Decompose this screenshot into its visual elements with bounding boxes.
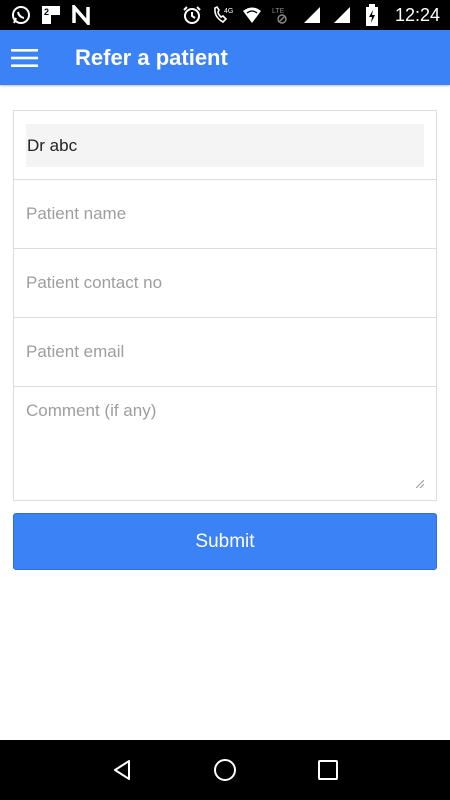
- resize-grip-icon[interactable]: [416, 480, 424, 488]
- patient-contact-row: [14, 249, 436, 318]
- lte-signal-icon: LTE: [271, 4, 293, 26]
- recents-icon: [318, 760, 339, 780]
- patient-name-row: [14, 180, 436, 249]
- network-label: 4G: [224, 8, 233, 15]
- navigation-bar: [0, 740, 450, 800]
- menu-button[interactable]: [0, 30, 50, 85]
- referral-form: Dr abc: [13, 110, 437, 501]
- patient-contact-input[interactable]: [26, 249, 424, 317]
- doctor-field-row: Dr abc: [14, 111, 436, 180]
- whatsapp-icon: [10, 4, 32, 26]
- signal-icon: [301, 4, 323, 26]
- hamburger-menu-icon: [11, 48, 38, 67]
- page-title: Refer a patient: [75, 44, 228, 70]
- patient-email-row: [14, 318, 436, 387]
- battery-charging-icon: [361, 4, 383, 26]
- app-bar: Refer a patient: [0, 30, 450, 85]
- status-right: 4G LTE 12:24: [181, 4, 440, 26]
- lte-label: LTE: [272, 8, 285, 15]
- badge-number: 2: [44, 7, 49, 17]
- recents-button[interactable]: [308, 750, 348, 790]
- submit-button[interactable]: Submit: [13, 513, 437, 570]
- n-app-icon: [70, 4, 92, 26]
- signal-secondary-icon: [331, 4, 353, 26]
- comment-row: [14, 387, 436, 500]
- comment-input[interactable]: [26, 401, 424, 489]
- app-notification-icon: 2: [40, 4, 62, 26]
- alarm-icon: [181, 4, 203, 26]
- patient-name-input[interactable]: [26, 180, 424, 248]
- home-icon: [213, 759, 236, 781]
- status-bar: 2 4G LTE 12:24: [0, 0, 450, 30]
- home-button[interactable]: [205, 750, 245, 790]
- wifi-icon: [241, 4, 263, 26]
- back-icon: [113, 760, 130, 780]
- back-button[interactable]: [102, 750, 142, 790]
- patient-email-input[interactable]: [26, 318, 424, 386]
- status-left: 2: [10, 4, 92, 26]
- doctor-field: Dr abc: [26, 124, 424, 167]
- status-time: 12:24: [394, 4, 440, 25]
- volte-call-icon: 4G: [211, 4, 233, 26]
